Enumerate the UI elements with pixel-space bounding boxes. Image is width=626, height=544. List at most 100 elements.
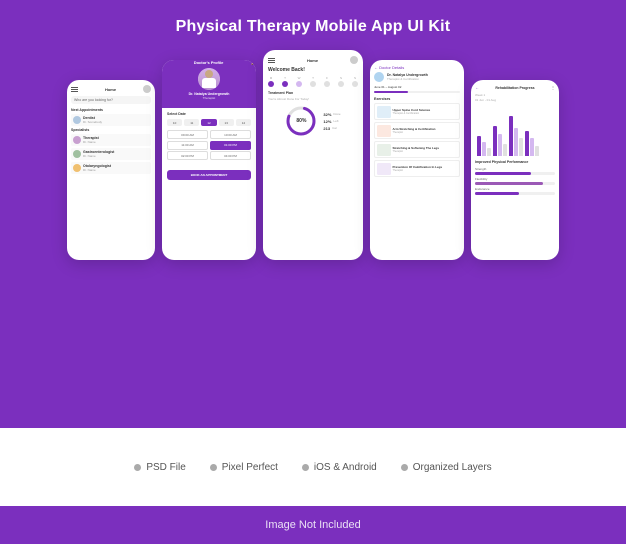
date-item[interactable]: 14 — [236, 119, 251, 126]
select-date-label: Select Date — [167, 112, 251, 116]
specialist-item-1: Therapist Dr. Name — [71, 134, 151, 146]
rehab-dates: 01 Jun - 01 Aug — [475, 98, 555, 102]
date-item[interactable]: 10 — [167, 119, 182, 126]
doc-avatar — [374, 72, 384, 82]
phone-rehab-screen: ← Rehabilitation Progress ⋮ Week 1 01 Ju… — [471, 80, 559, 260]
time-grid: 09:00 AM 10:00 AM 11:00 AM 01:00 PM 02:0… — [167, 130, 251, 160]
phone-home-screen: Home Who are you looking for? Next Appoi… — [67, 80, 155, 260]
feature-dot — [210, 464, 217, 471]
treatment-plan-title: Treatment Plan — [268, 91, 358, 95]
time-slot[interactable]: 09:00 AM — [167, 130, 208, 139]
bar-chart — [475, 106, 555, 156]
doctor-role: Therapist — [203, 96, 216, 100]
bar — [498, 134, 502, 156]
phone-doctor-profile-screen: ← Doctor's Profile 🔔 — [162, 60, 256, 260]
time-slot[interactable]: 10:00 AM — [210, 130, 251, 139]
doctor-profile-header: ← Doctor's Profile 🔔 — [162, 60, 256, 108]
stats-column: 32% Done 12% Left 213 Cal — [323, 112, 340, 131]
book-appointment-button[interactable]: BOOK AN APPOINTMENT — [167, 170, 251, 180]
bar — [477, 136, 481, 156]
back-arrow: ← — [162, 60, 166, 65]
back-button[interactable]: ← Doctor Details — [374, 65, 460, 70]
improved-title: Improved Physical Performance — [475, 160, 555, 164]
exercise-item-2: Arm Stretching & Certification Therapist — [374, 122, 460, 139]
footer-text: Image Not Included — [265, 519, 360, 531]
stat-val-1: 32% — [323, 112, 331, 117]
bar — [509, 116, 513, 156]
bar — [493, 126, 497, 156]
bar — [525, 131, 529, 156]
date-item[interactable]: 13 — [219, 119, 234, 126]
progress-percent: 80% — [296, 118, 306, 124]
phone-home-progress: Home Welcome Back! M T — [263, 50, 363, 260]
spec-avatar-3 — [73, 164, 81, 172]
week-label: Week 1 — [475, 93, 555, 97]
stat-label-3: Cal — [332, 126, 337, 130]
rehab-title: Rehabilitation Progress — [479, 86, 551, 90]
feature-label: Organized Layers — [413, 462, 492, 473]
features-row: PSD File Pixel Perfect iOS & Android Org… — [134, 462, 491, 473]
perf-row-1: Strength — [475, 167, 555, 175]
time-slot[interactable]: 02:00 PM — [167, 151, 208, 160]
appt-detail: Dr. Somebody — [83, 120, 149, 124]
spec-avatar-1 — [73, 136, 81, 144]
perf-fill — [475, 172, 531, 175]
avatar — [350, 56, 358, 64]
feature-ios: iOS & Android — [302, 462, 377, 473]
feature-dot — [302, 464, 309, 471]
feature-psd: PSD File — [134, 462, 185, 473]
bell-icon: 🔔 — [251, 60, 256, 65]
perf-fill — [475, 192, 519, 195]
time-slot-selected[interactable]: 01:00 PM — [210, 141, 251, 150]
exercises-title: Exercises — [374, 97, 460, 101]
avatar — [143, 85, 151, 93]
phone-doctor-details-screen: ← Doctor Details Dr. Natalya Undergrowth… — [370, 60, 464, 260]
bar — [487, 148, 491, 156]
doctor-avatar — [198, 68, 220, 90]
feature-pixel: Pixel Perfect — [210, 462, 278, 473]
time-slot[interactable]: 04:00 PM — [210, 151, 251, 160]
stat-label-1: Done — [333, 112, 340, 116]
menu-icon — [71, 87, 78, 92]
progress-circle: 80% — [285, 105, 317, 137]
perf-fill — [475, 182, 543, 185]
progress-area: 80% 32% Done 12% Left — [268, 105, 358, 137]
phone-rehab-progress: ← Rehabilitation Progress ⋮ Week 1 01 Ju… — [471, 80, 559, 260]
specialist-item-2: Gastroenterologist Dr. Name — [71, 148, 151, 160]
phone-doctor-details: ← Doctor Details Dr. Natalya Undergrowth… — [370, 60, 464, 260]
stat-val-3: 213 — [323, 126, 330, 131]
date-progress-bar — [374, 91, 460, 93]
bar — [530, 138, 534, 156]
week-days: M T W T — [268, 76, 358, 87]
exercise-image-4 — [377, 163, 391, 175]
footer: Image Not Included — [0, 506, 626, 544]
exercise-image-3 — [377, 144, 391, 156]
date-range: June 01 – August 02 — [374, 85, 460, 89]
doctor-row: Dr. Natalya Undergrowth Therapist & Cert… — [374, 72, 460, 82]
exercise-item-3: Stretching & Softening The Legs Therapis… — [374, 141, 460, 158]
appt-avatar — [73, 116, 81, 124]
search-bar: Who are you looking for? — [71, 96, 151, 104]
exercise-image-2 — [377, 125, 391, 137]
feature-dot — [134, 464, 141, 471]
phone-home: Home Who are you looking for? Next Appoi… — [67, 80, 155, 260]
features-section: PSD File Pixel Perfect iOS & Android Org… — [0, 428, 626, 506]
bar — [482, 142, 486, 156]
exercise-item-1: Upper Spine Cord Science Therapist & Cer… — [374, 103, 460, 120]
page-title: Physical Therapy Mobile App UI Kit — [176, 18, 451, 36]
exercise-image-1 — [377, 106, 391, 118]
perf-row-3: Endurance — [475, 187, 555, 195]
stat-val-2: 12% — [323, 119, 331, 124]
doctor-profile-body: Select Date 10 11 12 13 14 09:00 AM 10:0… — [162, 108, 256, 184]
doc-role: Therapist & Certification — [387, 77, 428, 81]
feature-label: PSD File — [146, 462, 185, 473]
profile-title: Doctor's Profile — [194, 60, 224, 65]
date-item-active[interactable]: 12 — [201, 119, 216, 126]
rehab-header: ← Rehabilitation Progress ⋮ — [475, 85, 555, 90]
feature-layers: Organized Layers — [401, 462, 492, 473]
time-slot[interactable]: 11:00 AM — [167, 141, 208, 150]
welcome-text: Welcome Back! — [268, 67, 358, 73]
bar — [514, 128, 518, 156]
date-item[interactable]: 11 — [184, 119, 199, 126]
specialist-item-3: Otolaryngologist Dr. Name — [71, 162, 151, 174]
